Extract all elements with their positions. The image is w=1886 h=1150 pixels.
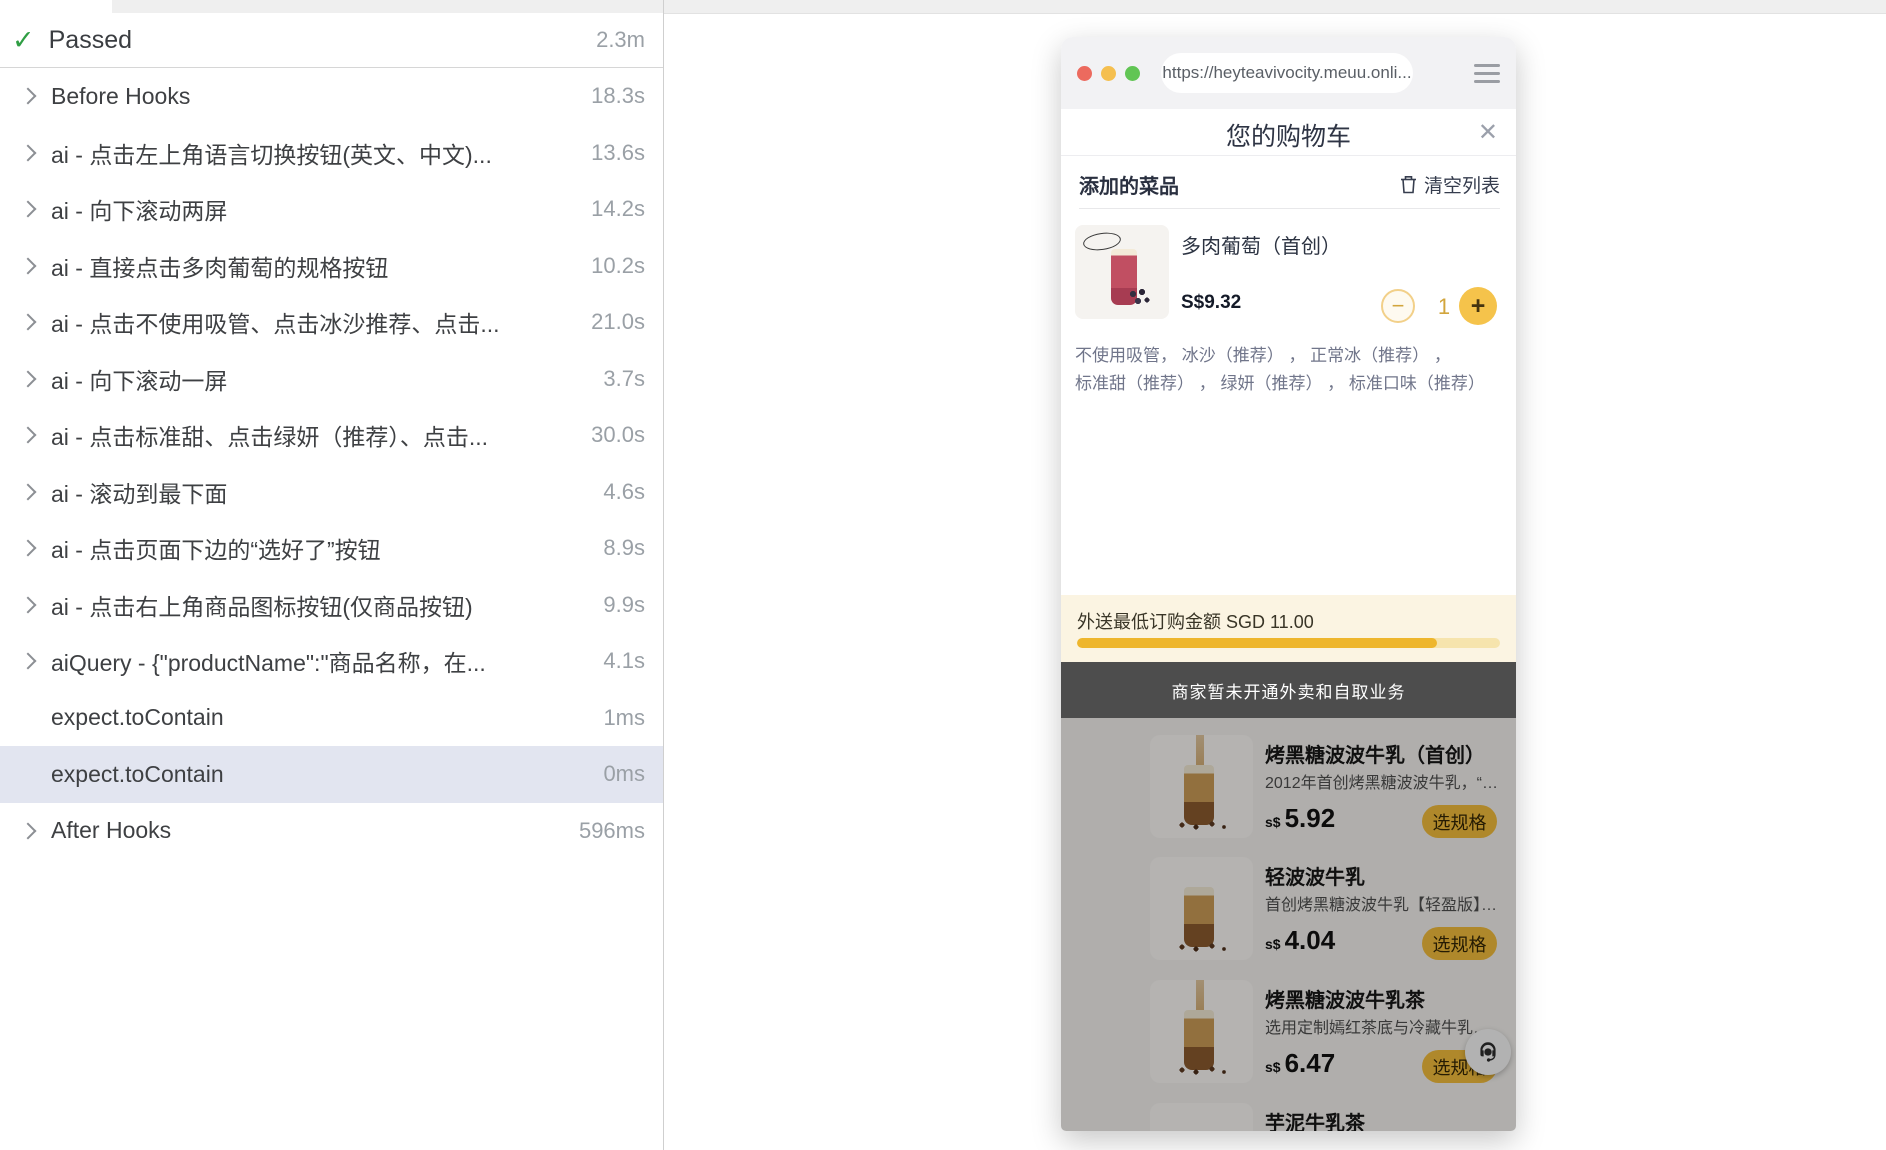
chevron-right-icon [19, 144, 37, 162]
options-line-1: 不使用吸管， 冰沙（推荐） ， 正常冰（推荐） ， [1075, 346, 1451, 365]
chevron-right-icon [19, 87, 37, 105]
test-step-label: Before Hooks [51, 82, 191, 109]
divider [1079, 208, 1500, 209]
top-strip [0, 0, 1886, 14]
test-step-duration: 9.9s [603, 591, 645, 617]
min-order-text: 外送最低订购金额 SGD 11.00 [1077, 612, 1314, 632]
chevron-right-icon [19, 370, 37, 388]
traffic-light-close-icon[interactable] [1077, 65, 1092, 81]
test-status-label: Passed [48, 25, 133, 54]
test-step-row[interactable]: ai - 滚动到最下面 4.6s [0, 464, 663, 521]
test-step-duration: 18.3s [591, 83, 645, 109]
test-step-duration: 0ms [603, 761, 645, 787]
min-order-progress-fill [1077, 638, 1437, 648]
test-step-row[interactable]: ai - 向下滚动两屏 14.2s [0, 181, 663, 238]
test-step-label: ai - 滚动到最下面 [51, 480, 228, 507]
hamburger-menu-icon[interactable] [1474, 63, 1500, 83]
test-step-duration: 4.1s [603, 648, 645, 674]
url-text: https://heyteavivocity.meuu.onli... [1162, 63, 1412, 82]
store-notice-bar: 商家暂未开通外卖和自取业务 [1061, 662, 1516, 718]
min-order-progress-track [1077, 638, 1500, 648]
test-step-row[interactable]: ai - 点击左上角语言切换按钮(英文、中文)... 13.6s [0, 125, 663, 182]
cart-section-title: 添加的菜品 [1079, 175, 1179, 198]
traffic-light-minimize-icon[interactable] [1101, 65, 1116, 81]
test-step-row[interactable]: ai - 向下滚动一屏 3.7s [0, 351, 663, 408]
active-tab-stub[interactable] [0, 0, 112, 14]
clear-cart-label: 清空列表 [1423, 175, 1500, 197]
test-step-label: ai - 点击页面下边的“选好了”按钮 [51, 537, 381, 564]
test-step-label: aiQuery - {"productName":"商品名称，在... [51, 650, 486, 677]
cart-product-options: 不使用吸管， 冰沙（推荐） ， 正常冰（推荐） ， 标准甜（推荐） ， 绿妍（推… [1075, 342, 1505, 398]
test-step-label: ai - 点击不使用吸管、点击冰沙推荐、点击... [51, 311, 500, 338]
test-step-row[interactable]: ai - 点击右上角商品图标按钮(仅商品按钮) 9.9s [0, 577, 663, 634]
chevron-right-icon [19, 822, 37, 840]
test-step-duration: 13.6s [591, 139, 645, 165]
chevron-right-icon [19, 483, 37, 501]
test-step-row[interactable]: expect.toContain 1ms [0, 690, 663, 747]
chevron-right-icon [19, 426, 37, 444]
options-line-2: 标准甜（推荐） ， 绿妍（推荐） ， 标准口味（推荐） [1075, 374, 1485, 393]
test-step-row[interactable]: ai - 直接点击多肉葡萄的规格按钮 10.2s [0, 238, 663, 295]
disabled-menu-overlay [1061, 718, 1516, 1131]
test-step-row[interactable]: ai - 点击标准甜、点击绿妍（推荐）、点击... 30.0s [0, 407, 663, 464]
test-step-label: ai - 点击左上角语言切换按钮(英文、中文)... [51, 141, 492, 168]
chevron-right-icon [19, 652, 37, 670]
test-step-label: ai - 直接点击多肉葡萄的规格按钮 [51, 254, 389, 281]
cart-product-price: S$9.32 [1181, 292, 1242, 313]
test-step-duration: 4.6s [603, 478, 645, 504]
chevron-right-icon [19, 313, 37, 331]
test-step-duration: 21.0s [591, 309, 645, 335]
test-step-duration: 596ms [578, 817, 645, 843]
check-icon: ✓ [12, 24, 35, 55]
test-step-row[interactable]: ai - 点击页面下边的“选好了”按钮 8.9s [0, 520, 663, 577]
clear-cart-button[interactable]: 清空列表 [1400, 171, 1500, 198]
test-step-duration: 30.0s [591, 422, 645, 448]
quantity-decrease-button[interactable]: − [1381, 289, 1415, 323]
cart-section-row: 添加的菜品 清空列表 [1079, 169, 1500, 199]
min-order-banner: 外送最低订购金额 SGD 11.00 [1061, 595, 1516, 662]
test-report-panel: ✓ Passed 2.3m Before Hooks 18.3s ai - 点击… [0, 13, 663, 1150]
test-step-label: ai - 向下滚动一屏 [51, 367, 228, 394]
panel-divider [663, 0, 664, 1150]
test-step-row[interactable]: Before Hooks 18.3s [0, 68, 663, 125]
test-step-label: expect.toContain [51, 760, 224, 787]
test-step-label: expect.toContain [51, 704, 224, 731]
url-bar[interactable]: https://heyteavivocity.meuu.onli... [1161, 53, 1413, 93]
cart-product-image [1075, 225, 1169, 319]
close-icon[interactable]: ✕ [1478, 118, 1498, 147]
test-status-row: ✓ Passed 2.3m [0, 13, 663, 68]
cart-title: 您的购物车 [1225, 123, 1351, 151]
quantity-increase-button[interactable]: + [1459, 287, 1497, 325]
test-status-duration: 2.3m [596, 27, 645, 52]
traffic-light-zoom-icon[interactable] [1125, 65, 1140, 81]
test-step-row-selected[interactable]: expect.toContain 0ms [0, 746, 663, 803]
test-step-label: ai - 点击标准甜、点击绿妍（推荐）、点击... [51, 424, 489, 451]
test-step-row[interactable]: ai - 点击不使用吸管、点击冰沙推荐、点击... 21.0s [0, 294, 663, 351]
test-step-duration: 8.9s [603, 535, 645, 561]
test-step-row[interactable]: aiQuery - {"productName":"商品名称，在... 4.1s [0, 633, 663, 690]
chevron-right-icon [19, 596, 37, 614]
cart-header: 您的购物车 ✕ [1061, 109, 1516, 156]
test-step-label: ai - 向下滚动两屏 [51, 198, 228, 225]
chevron-right-icon [19, 539, 37, 557]
test-step-duration: 1ms [603, 704, 645, 730]
phone-preview: https://heyteavivocity.meuu.onli... 您的购物… [1061, 37, 1516, 1131]
grapes-graphic [1127, 287, 1153, 307]
browser-chrome-bar: https://heyteavivocity.meuu.onli... [1061, 37, 1516, 109]
chevron-right-icon [19, 257, 37, 275]
trash-icon [1400, 175, 1416, 193]
test-step-duration: 3.7s [603, 365, 645, 391]
test-step-duration: 10.2s [591, 252, 645, 278]
test-step-duration: 14.2s [591, 196, 645, 222]
test-step-label: ai - 点击右上角商品图标按钮(仅商品按钮) [51, 593, 473, 620]
cart-product-name: 多肉葡萄（首创） [1181, 236, 1341, 258]
chevron-right-icon [19, 200, 37, 218]
test-step-row[interactable]: After Hooks 596ms [0, 803, 663, 860]
test-step-label: After Hooks [51, 817, 172, 844]
